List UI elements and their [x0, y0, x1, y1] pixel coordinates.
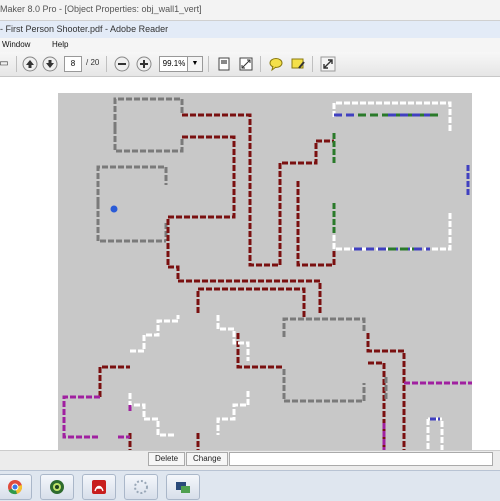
- level-map: [62, 97, 472, 450]
- app-title: Maker 8.0 Pro - [Object Properties: obj_…: [0, 4, 202, 14]
- wall-white-room: [332, 101, 452, 251]
- app-title-bar: Maker 8.0 Pro - [Object Properties: obj_…: [0, 0, 500, 21]
- comment-icon[interactable]: [268, 56, 284, 72]
- wall-red-6: [236, 333, 282, 369]
- properties-input[interactable]: [229, 452, 493, 466]
- toolbar-separator: [106, 56, 107, 72]
- wall-white-low: [426, 417, 444, 450]
- wall-gray-room: [96, 165, 168, 243]
- delete-button[interactable]: Delete: [148, 452, 186, 466]
- toolbar: ▭ 8 / 20 99.1% ▼: [0, 52, 500, 77]
- page-number-input[interactable]: 8: [64, 56, 82, 72]
- player-marker: [110, 205, 118, 213]
- wall-red-9: [368, 361, 386, 450]
- menu-bar: Window Help: [0, 38, 500, 53]
- toolbar-separator: [208, 56, 209, 72]
- arrow-up-icon[interactable]: [22, 56, 38, 72]
- properties-bar: Delete Change: [0, 450, 500, 471]
- save-icon[interactable]: ▭: [0, 56, 12, 72]
- reader-title: - First Person Shooter.pdf - Adobe Reade…: [0, 24, 169, 34]
- wall-gray-right: [282, 317, 366, 403]
- change-button[interactable]: Change: [186, 452, 229, 466]
- taskbar: [0, 470, 500, 501]
- wall-purple-left: [62, 395, 132, 439]
- level-canvas[interactable]: [58, 93, 472, 450]
- toolbar-separator: [16, 56, 17, 72]
- loading-icon[interactable]: [124, 474, 158, 500]
- arrow-down-icon[interactable]: [42, 56, 58, 72]
- toolbar-separator: [260, 56, 261, 72]
- zoom-input[interactable]: 99.1%: [159, 56, 189, 72]
- wall-red-2: [166, 135, 236, 281]
- screen-capture-icon[interactable]: [166, 474, 200, 500]
- menu-window[interactable]: Window: [2, 40, 30, 49]
- chevron-down-icon[interactable]: ▼: [187, 56, 203, 72]
- adobe-reader-icon[interactable]: [82, 474, 116, 500]
- fit-page-icon[interactable]: [216, 56, 232, 72]
- page-total: / 20: [86, 58, 100, 67]
- reader-title-bar: - First Person Shooter.pdf - Adobe Reade…: [0, 21, 500, 39]
- wall-red-1: [182, 113, 334, 267]
- highlight-icon[interactable]: [290, 56, 306, 72]
- expand-icon[interactable]: [320, 56, 336, 72]
- wall-red-8: [366, 333, 406, 450]
- game-maker-icon[interactable]: [40, 474, 74, 500]
- fit-width-icon[interactable]: [238, 56, 254, 72]
- wall-red-7: [98, 365, 130, 397]
- wall-red-3: [296, 181, 336, 267]
- toolbar-separator: [312, 56, 313, 72]
- chrome-icon[interactable]: [0, 474, 32, 500]
- minus-icon[interactable]: [114, 56, 130, 72]
- plus-icon[interactable]: [136, 56, 152, 72]
- wall-gray-lower: [113, 128, 184, 153]
- wall-white-center: [128, 315, 250, 437]
- menu-help[interactable]: Help: [52, 40, 68, 49]
- wall-red-5: [196, 287, 306, 319]
